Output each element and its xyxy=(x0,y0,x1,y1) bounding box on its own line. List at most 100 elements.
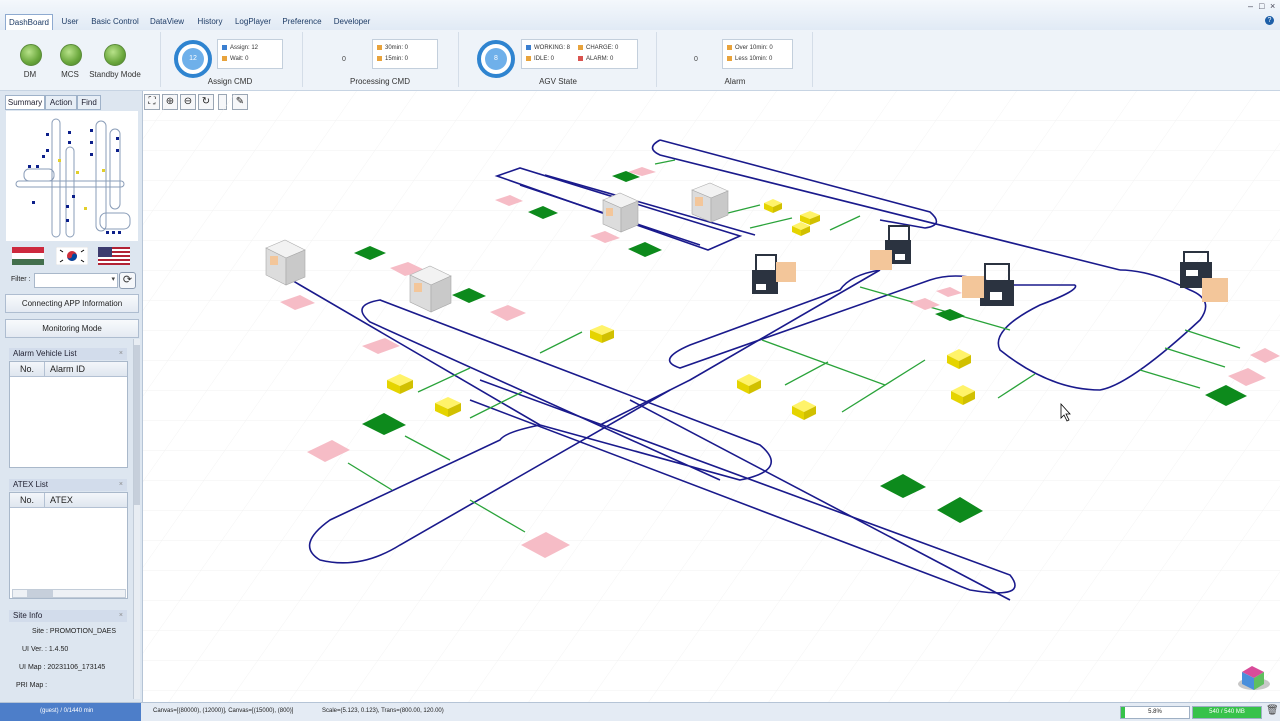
filter-dropdown[interactable]: ▾ xyxy=(34,273,118,288)
column-alarm-id[interactable]: Alarm ID xyxy=(50,364,85,374)
tab-find[interactable]: Find xyxy=(77,95,101,110)
alarm-box: Over 10min: 0 Less 10min: 0 xyxy=(722,39,793,69)
close-icon[interactable]: × xyxy=(119,479,123,491)
working-count-text: WORKING: 8 xyxy=(534,45,571,52)
dm-label: DM xyxy=(23,70,37,79)
usa-flag-icon[interactable] xyxy=(98,247,130,265)
15min-count-text: 15min: 0 xyxy=(385,56,409,63)
maximize-button[interactable]: □ xyxy=(1259,1,1264,11)
close-button[interactable]: × xyxy=(1270,1,1275,11)
tab-developer[interactable]: Developer xyxy=(330,14,374,29)
scale-info-text: Scale=(5.123, 0.123), Trans=(800.00, 120… xyxy=(322,708,444,714)
memory-usage-text: 540 / 540 MB xyxy=(1209,709,1245,715)
blue-square-icon xyxy=(222,45,227,50)
tab-preference[interactable]: Preference xyxy=(280,14,324,29)
processing-cmd-label: Processing CMD xyxy=(349,77,410,86)
processing-cmd-count: 0 xyxy=(342,56,346,63)
mcs-label: MCS xyxy=(61,70,79,79)
agv-state-label: AGV State xyxy=(539,77,577,86)
alarm-count: 0 xyxy=(694,56,698,63)
site-name: Site : PROMOTION_DAES xyxy=(32,628,117,635)
agv-state-count: 8 xyxy=(485,48,507,70)
refresh-icon[interactable]: ⟳ xyxy=(119,272,136,289)
assign-cmd-box: Assign: 12 Wait: 0 xyxy=(217,39,283,69)
horizontal-scrollbar[interactable] xyxy=(12,589,126,598)
left-panel: Summary Action Find Filter: ▾ ⟳ Connect… xyxy=(0,91,143,702)
atex-list-header: ATEX List × xyxy=(9,479,127,491)
close-icon[interactable]: × xyxy=(119,348,123,360)
trash-icon[interactable]: 🗑 xyxy=(1266,705,1279,716)
agv-vehicle[interactable] xyxy=(409,265,452,313)
orange-square-icon xyxy=(222,56,227,61)
assign-cmd-count: 12 xyxy=(182,48,204,70)
assign-cmd-label: Assign CMD xyxy=(207,77,253,86)
help-icon[interactable]: ? xyxy=(1265,16,1274,25)
close-icon[interactable]: × xyxy=(119,610,123,622)
alarm-vehicle-list-header: Alarm Vehicle List × xyxy=(9,348,127,360)
orange-square-icon xyxy=(727,45,732,50)
tab-basic-control[interactable]: Basic Control xyxy=(88,14,142,29)
assign-cmd-ring: 12 xyxy=(174,40,212,78)
orange-square-icon xyxy=(727,56,732,61)
tab-user[interactable]: User xyxy=(56,14,84,29)
cpu-usage-text: 5.8% xyxy=(1148,709,1162,715)
scrollbar-thumb[interactable] xyxy=(27,590,53,597)
agv-vehicle[interactable] xyxy=(265,239,306,286)
pri-map: PRI Map : xyxy=(16,682,48,689)
column-no[interactable]: No. xyxy=(20,495,34,505)
alarm-label: Alarm xyxy=(724,77,746,86)
alarm-vehicle-list[interactable]: No. Alarm ID xyxy=(9,361,128,468)
tab-dashboard[interactable]: DashBoard xyxy=(5,14,53,30)
map-3d-view[interactable] xyxy=(143,91,1280,702)
atex-list[interactable]: No. ATEX xyxy=(9,492,128,599)
alarm-vehicle-list-columns: No. Alarm ID xyxy=(10,362,127,377)
scrollbar-thumb[interactable] xyxy=(134,345,140,505)
assign-count-text: Assign: 12 xyxy=(230,45,259,52)
less-10min-text: Less 10min: 0 xyxy=(735,56,773,63)
canvas-info-text: Canvas=[(80000), (12000)], Canvas=[(1500… xyxy=(153,708,294,714)
tab-dataview[interactable]: DataView xyxy=(147,14,187,29)
chevron-down-icon: ▾ xyxy=(111,276,115,283)
agv-vehicle[interactable] xyxy=(691,182,729,223)
dashboard-ribbon: DM MCS Standby Mode 12 Assign: 12 Wait: … xyxy=(0,30,1280,91)
status-bar: (guest) / 0/1440 min Canvas=[(80000), (1… xyxy=(0,702,1280,721)
user-session-panel: (guest) / 0/1440 min xyxy=(0,703,141,721)
cpu-usage-bar: 5.8% xyxy=(1120,706,1190,719)
orange-square-icon xyxy=(377,56,382,61)
red-square-icon xyxy=(578,56,583,61)
monitoring-mode-button[interactable]: Monitoring Mode xyxy=(5,319,139,338)
mini-map[interactable] xyxy=(6,111,138,241)
agv-state-ring: 8 xyxy=(477,40,515,78)
over-10min-text: Over 10min: 0 xyxy=(735,45,773,52)
agv-vehicle[interactable] xyxy=(602,192,639,233)
tab-logplayer[interactable]: LogPlayer xyxy=(232,14,274,29)
hungary-flag-icon[interactable] xyxy=(12,247,44,265)
connecting-app-info-button[interactable]: Connecting APP Information xyxy=(5,294,139,313)
left-panel-scrollbar[interactable] xyxy=(133,339,140,699)
orange-square-icon xyxy=(377,45,382,50)
korea-flag-icon[interactable] xyxy=(56,247,88,265)
tab-action[interactable]: Action xyxy=(45,95,77,110)
agv-state-box: WORKING: 8 CHARGE: 0 IDLE: 0 ALARM: 0 xyxy=(521,39,638,69)
ui-version: UI Ver. : 1.4.50 xyxy=(22,646,69,653)
menu-bar: DashBoard User Basic Control DataView Hi… xyxy=(0,0,1280,31)
atex-list-columns: No. ATEX xyxy=(10,493,127,508)
dm-status-lamp xyxy=(20,44,42,66)
30min-count-text: 30min: 0 xyxy=(385,45,409,52)
wait-count-text: Wait: 0 xyxy=(230,56,249,63)
processing-cmd-box: 30min: 0 15min: 0 xyxy=(372,39,438,69)
alarm-count-text: ALARM: 0 xyxy=(586,56,614,63)
idle-count-text: IDLE: 0 xyxy=(534,56,555,63)
user-session-text: (guest) / 0/1440 min xyxy=(40,708,94,714)
ui-map: UI Map : 20231106_173145 xyxy=(19,664,106,671)
standby-mode-label: Standby Mode xyxy=(89,70,141,79)
standby-mode-lamp xyxy=(104,44,126,66)
column-atex[interactable]: ATEX xyxy=(50,495,73,505)
orange-square-icon xyxy=(526,56,531,61)
column-no[interactable]: No. xyxy=(20,364,34,374)
tab-history[interactable]: History xyxy=(193,14,227,29)
alarm-vehicle-list-title: Alarm Vehicle List xyxy=(13,349,77,358)
charge-count-text: CHARGE: 0 xyxy=(586,45,619,52)
minimize-button[interactable]: – xyxy=(1248,1,1253,11)
tab-summary[interactable]: Summary xyxy=(5,95,45,110)
